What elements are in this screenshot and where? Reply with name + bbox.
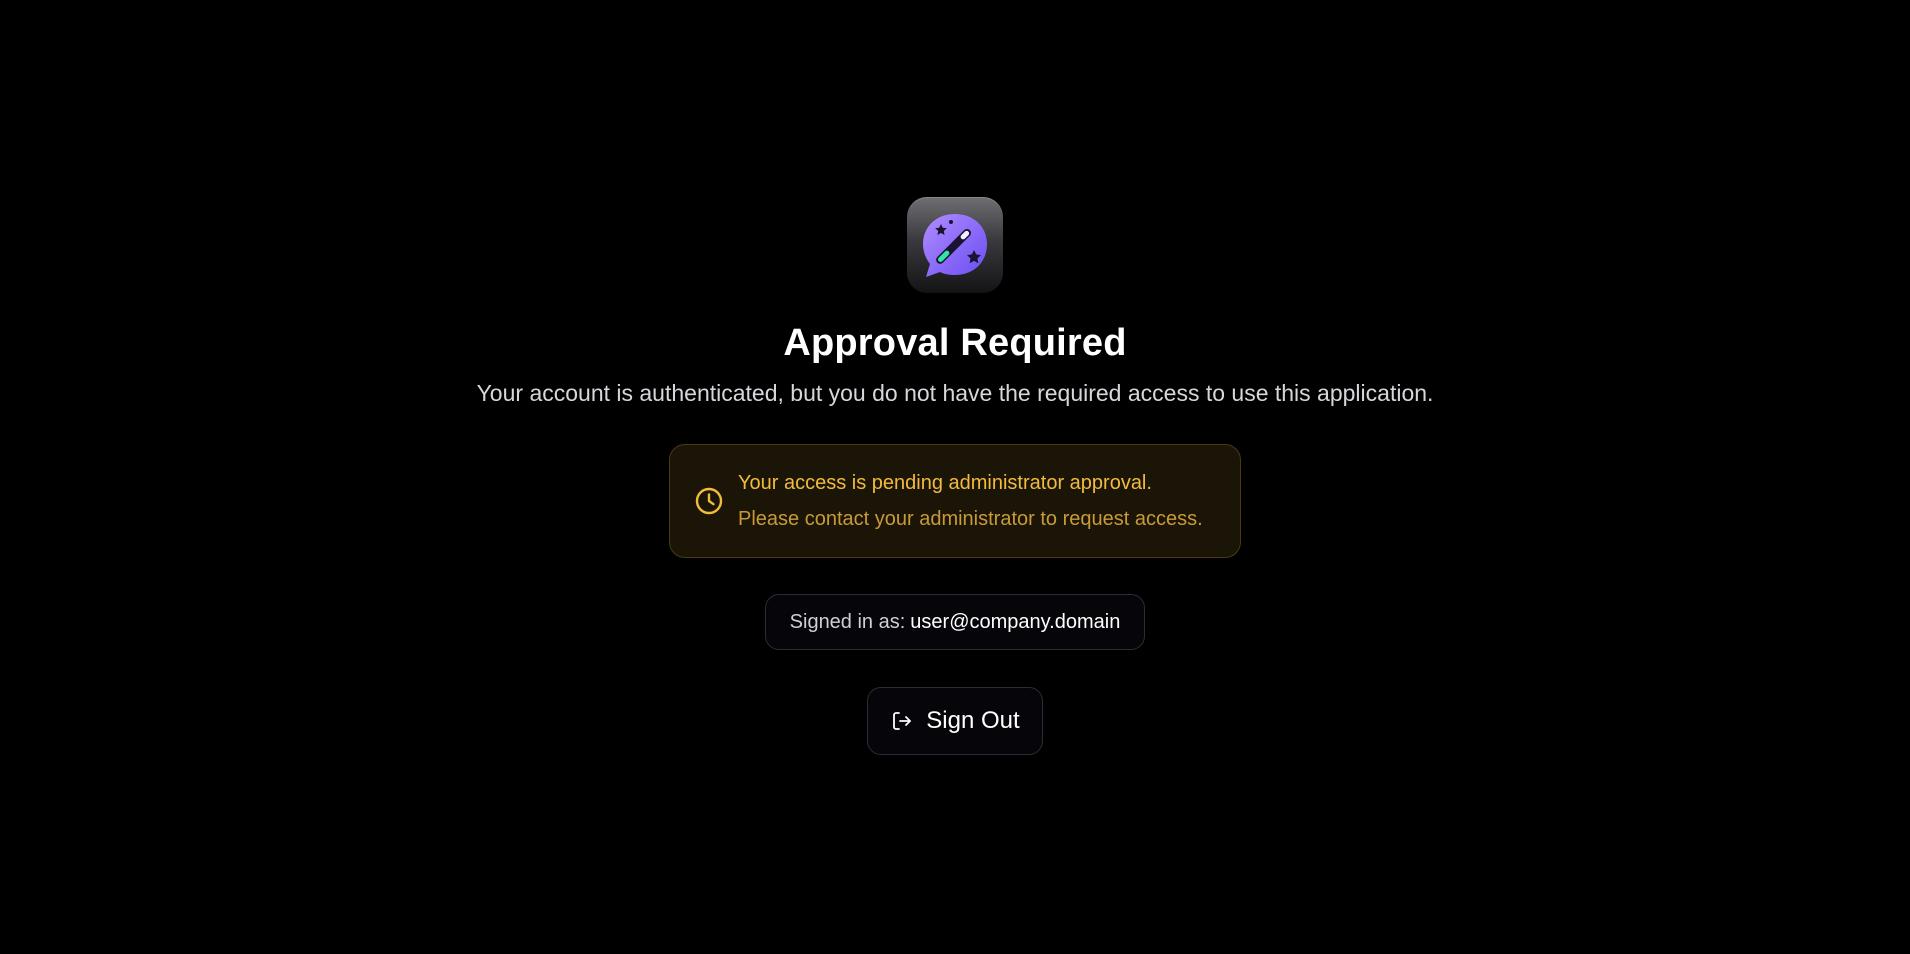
signed-in-email: user@company.domain [910,610,1121,633]
approval-page: Approval Required Your account is authen… [0,0,1910,954]
sign-out-icon [893,712,912,730]
sign-out-button[interactable]: Sign Out [867,687,1043,755]
sign-out-label: Sign Out [926,707,1020,734]
approval-content: Approval Required Your account is authen… [0,197,1910,755]
notice-instruction: Please contact your administrator to req… [738,508,1203,530]
notice-text: Your access is pending administrator app… [738,468,1203,534]
magic-wand-chat-icon [923,214,987,277]
signed-in-label: Signed in as: [789,610,906,633]
page-title: Approval Required [783,322,1127,364]
page-subtitle: Your account is authenticated, but you d… [476,380,1434,406]
notice-message: Your access is pending administrator app… [738,472,1152,494]
signed-in-badge: Signed in as: user@company.domain [764,594,1146,650]
app-logo [907,197,1003,293]
clock-icon [695,487,723,515]
pending-approval-notice: Your access is pending administrator app… [669,444,1241,558]
